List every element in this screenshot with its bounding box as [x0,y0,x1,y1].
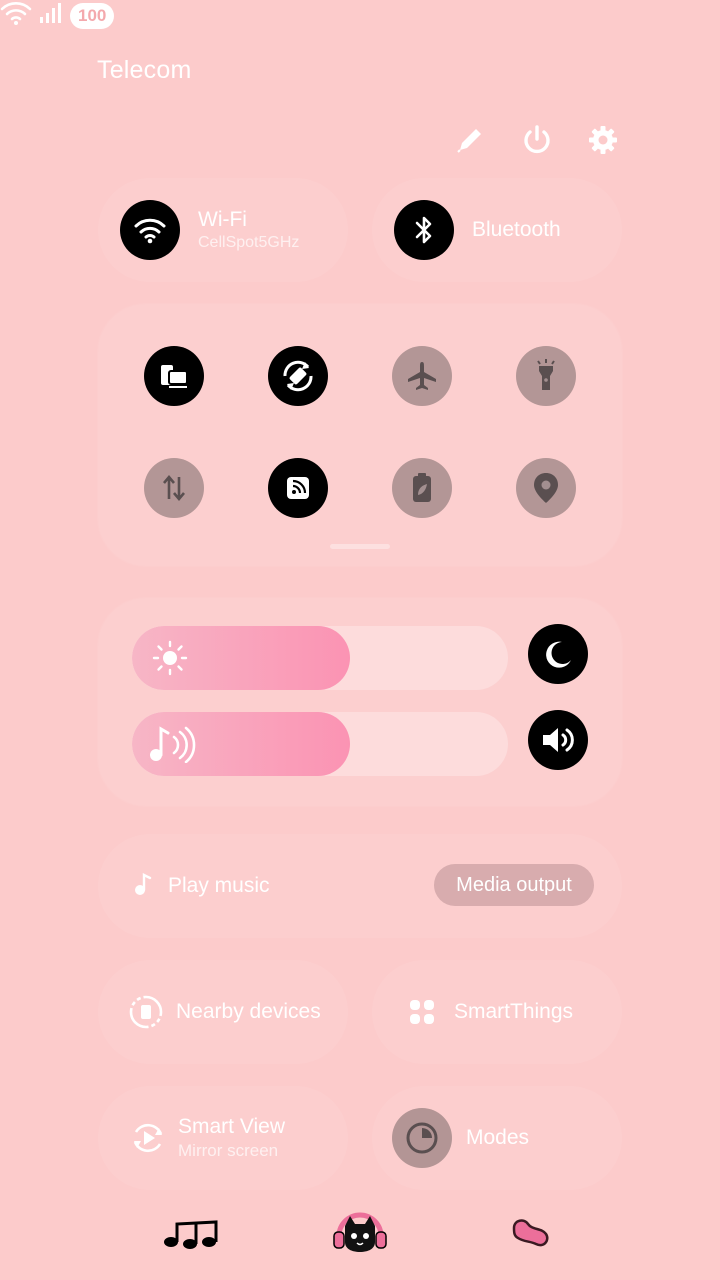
volume-slider[interactable] [132,712,508,776]
wifi-icon[interactable] [120,200,180,260]
smartthings-tile[interactable]: SmartThings [372,960,622,1064]
brightness-sun-icon [152,640,188,676]
nfc-icon[interactable] [268,458,328,518]
status-icons: 100 [0,0,720,31]
settings-gear-icon[interactable] [585,122,621,158]
panel-drag-handle[interactable] [330,544,390,549]
airplane-icon[interactable] [392,346,452,406]
quick-toggles-panel [98,304,622,566]
bluetooth-tile[interactable]: Bluetooth [372,178,622,282]
media-output-button[interactable]: Media output [434,864,594,906]
volume-music-note-icon [148,726,198,763]
device-cast-icon[interactable] [144,346,204,406]
wifi-tile[interactable]: Wi-Fi CellSpot5GHz [98,178,348,282]
smart-view-subtitle: Mirror screen [178,1141,279,1160]
nearby-devices-icon [128,994,164,1030]
modes-tile[interactable]: Modes [372,1086,622,1190]
music-notes-icon [162,1216,218,1257]
mobile-data-icon[interactable] [144,458,204,518]
auto-rotate-icon[interactable] [268,346,328,406]
smartthings-label: SmartThings [454,1000,574,1023]
modes-icon[interactable] [392,1108,452,1168]
location-icon[interactable] [516,458,576,518]
sound-mode-speaker-icon[interactable] [528,710,588,770]
flashlight-icon[interactable] [516,346,576,406]
brightness-slider[interactable] [132,626,508,690]
nearby-devices-label: Nearby devices [176,1000,321,1023]
signal-icon [38,1,64,30]
wifi-title: Wi-Fi [198,208,247,231]
power-icon[interactable] [519,122,555,158]
edit-pencil-icon[interactable] [452,122,488,158]
bluetooth-icon[interactable] [394,200,454,260]
wifi-network-name: CellSpot5GHz [198,234,300,251]
pink-sticker-icon [508,1216,552,1255]
bluetooth-title: Bluetooth [472,218,561,241]
dark-mode-moon-icon[interactable] [528,624,588,684]
play-music-label: Play music [168,874,270,897]
battery-badge: 100 [70,2,115,29]
cat-headphones-icon [331,1208,389,1259]
smart-view-title: Smart View [178,1115,285,1138]
nearby-devices-tile[interactable]: Nearby devices [98,960,348,1064]
music-note-icon [132,872,154,901]
smartthings-icon [408,998,436,1026]
wifi-status-icon [0,0,32,31]
smart-view-icon [130,1120,166,1156]
power-saving-icon[interactable] [392,458,452,518]
smart-view-tile[interactable]: Smart View Mirror screen [98,1086,348,1190]
modes-label: Modes [466,1126,530,1149]
carrier-name: Telecom [97,56,192,84]
